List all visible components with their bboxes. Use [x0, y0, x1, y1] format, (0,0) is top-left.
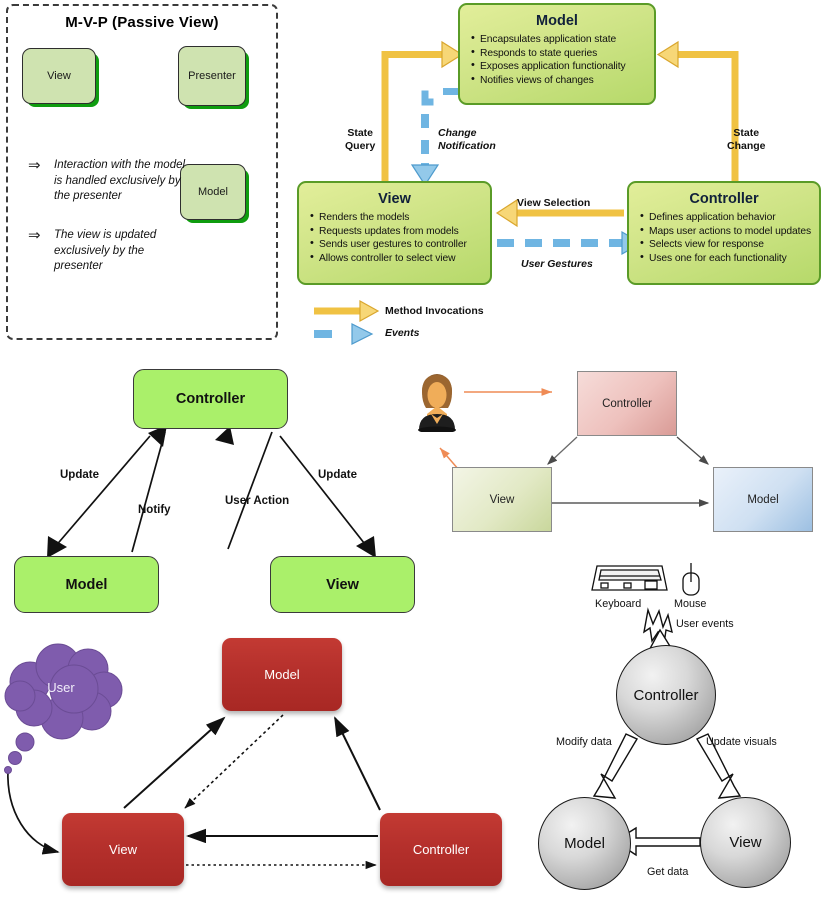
triangle-node-view[interactable]: View — [270, 556, 415, 613]
triangle-edge-label-user-action: User Action — [225, 495, 290, 507]
edge-label-user-gestures: User Gestures — [521, 258, 593, 270]
mvc-view-bullets: Renders the models Requests updates from… — [305, 210, 484, 266]
keyboard-mouse-icons — [591, 563, 700, 596]
red-node-controller[interactable]: Controller — [380, 813, 502, 886]
edge-label-state-query: State Query — [345, 127, 376, 152]
gradient-node-controller[interactable]: Controller — [577, 371, 677, 436]
edge-label-get-data: Get data — [647, 866, 689, 878]
mvc-node-controller[interactable]: Controller Defines application behavior … — [627, 181, 821, 285]
list-item: Allows controller to select view — [310, 251, 484, 266]
list-item: Requests updates from models — [310, 224, 484, 239]
edge-label-change-notification: Change Notification — [438, 127, 496, 152]
mvp-title: M-V-P (Passive View) — [65, 14, 219, 31]
mvc-node-view[interactable]: View Renders the models Requests updates… — [297, 181, 492, 285]
circle-node-model[interactable]: Model — [538, 797, 631, 890]
edge-label-user-events: User events — [676, 618, 734, 630]
red-node-model[interactable]: Model — [222, 638, 342, 711]
gradient-node-view[interactable]: View — [452, 467, 552, 532]
red-node-user-label: User — [47, 680, 75, 695]
circle-node-controller[interactable]: Controller — [616, 645, 716, 745]
panel-mvp-passive-view: M-V-P (Passive View) View Presenter Mode… — [6, 4, 278, 340]
legend-label-events: Events — [385, 327, 420, 339]
triangle-node-controller[interactable]: Controller — [133, 369, 288, 429]
triangle-node-model[interactable]: Model — [14, 556, 159, 613]
label-keyboard: Keyboard — [595, 598, 642, 610]
mvc-node-model[interactable]: Model Encapsulates application state Res… — [458, 3, 656, 105]
label-mouse: Mouse — [674, 598, 707, 610]
green-triangle-connectors — [53, 431, 369, 553]
green-triangle-arrowheads — [47, 425, 376, 558]
list-item: Defines application behavior — [640, 210, 813, 225]
mvp-note-1: ⇒ Interaction with the model is handled … — [28, 158, 194, 205]
edge-label-modify-data: Modify data — [556, 736, 612, 748]
double-arrow-icon: ⇒ — [28, 227, 41, 244]
circle-node-view[interactable]: View — [700, 797, 791, 888]
diagram-collage: M-V-P (Passive View) View Presenter Mode… — [0, 0, 823, 900]
mvp-note-2: ⇒ The view is updated exclusively by the… — [28, 228, 194, 275]
edge-label-update-visuals: Update visuals — [706, 736, 777, 748]
list-item: Renders the models — [310, 210, 484, 225]
gradient-node-model[interactable]: Model — [713, 467, 813, 532]
list-item: Responds to state queries — [471, 46, 648, 61]
user-avatar-icon — [418, 374, 456, 432]
list-item: Uses one for each functionality — [640, 251, 813, 266]
triangle-edge-label-notify: Notify — [138, 504, 171, 516]
list-item: Exposes application functionality — [471, 59, 648, 74]
mvp-node-view[interactable]: View — [22, 48, 96, 104]
list-item: Notifies views of changes — [471, 73, 648, 88]
mvc-legend-glyphs — [314, 299, 380, 345]
list-item: Encapsulates application state — [471, 32, 648, 47]
mvc-model-title: Model — [536, 13, 578, 29]
mvc-controller-title: Controller — [689, 191, 759, 207]
user-thought-cloud — [4, 643, 123, 774]
mvc-controller-bullets: Defines application behavior Maps user a… — [635, 210, 813, 266]
red-node-view[interactable]: View — [62, 813, 184, 886]
mvp-note-2-text: The view is updated exclusively by the p… — [54, 229, 157, 272]
double-arrow-icon: ⇒ — [28, 157, 41, 174]
mvp-node-presenter[interactable]: Presenter — [178, 46, 246, 106]
list-item: Maps user actions to model updates — [640, 224, 813, 239]
mvp-note-1-text: Interaction with the model is handled ex… — [54, 159, 186, 202]
triangle-edge-label-update-left: Update — [60, 469, 99, 481]
triangle-edge-label-update-right: Update — [318, 469, 357, 481]
mvc-view-title: View — [378, 191, 411, 207]
list-item: Selects view for response — [640, 237, 813, 252]
edge-label-view-selection: View Selection — [517, 197, 591, 209]
mvc-model-bullets: Encapsulates application state Responds … — [466, 32, 648, 88]
list-item: Sends user gestures to controller — [310, 237, 484, 252]
edge-label-state-change: State Change — [727, 127, 766, 152]
legend-label-method-invocations: Method Invocations — [385, 305, 484, 317]
